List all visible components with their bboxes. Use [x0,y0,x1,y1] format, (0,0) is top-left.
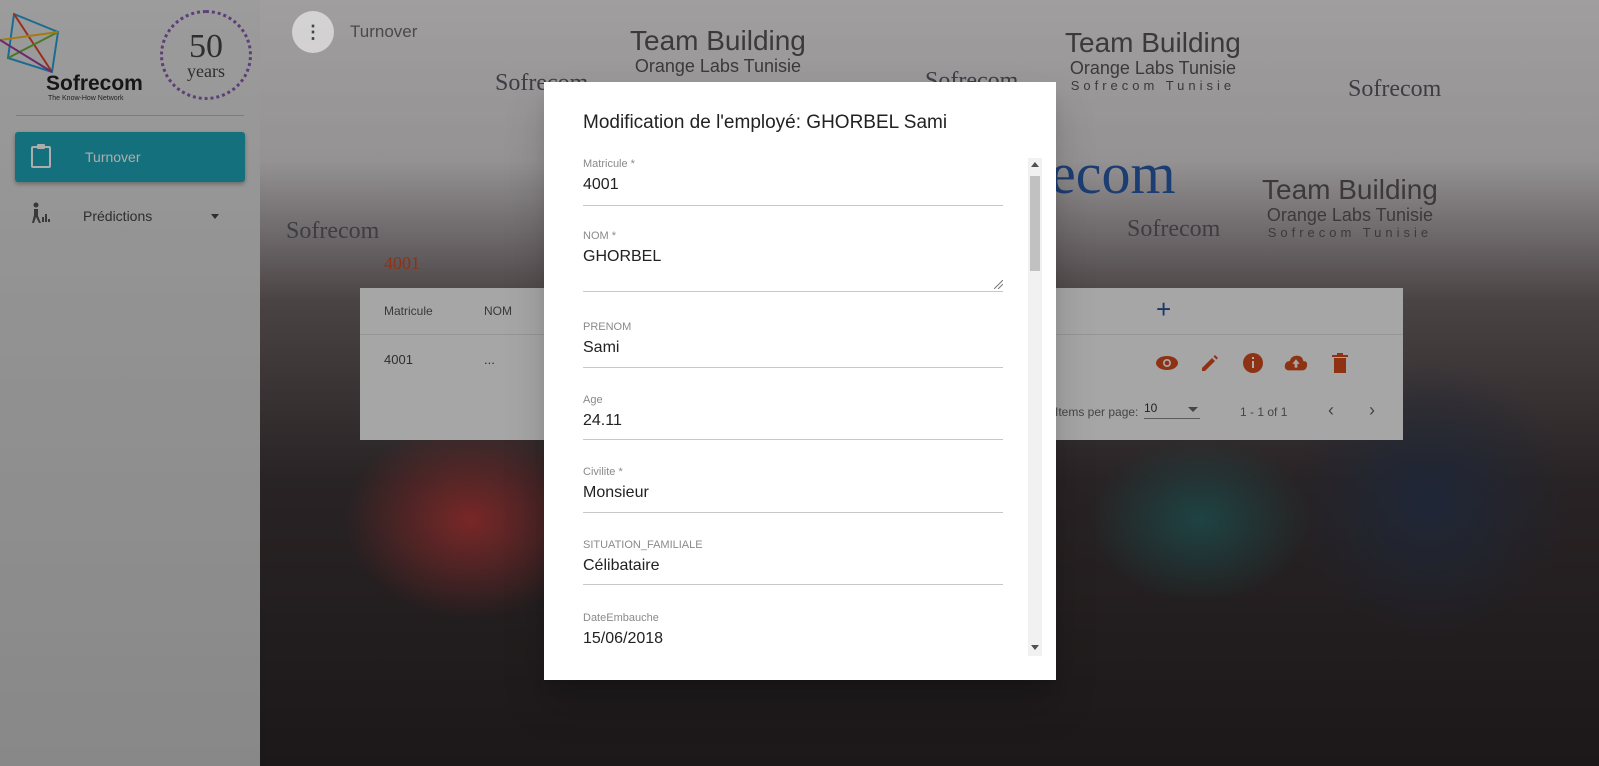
page-title: Turnover [350,22,418,41]
prenom-input[interactable]: Sami [583,339,1003,357]
field-underline [583,205,1003,206]
dialog-scrollbar-thumb[interactable] [1030,176,1040,271]
situation-familiale-field[interactable]: SITUATION_FAMILIALE Célibataire [583,539,1003,589]
dialog-form: Matricule * 4001 NOM * GHORBEL PRENOM Sa… [583,158,1048,658]
age-field[interactable]: Age 24.11 [583,394,1003,444]
civilite-field[interactable]: Civilite * Monsieur [583,466,1003,516]
nom-textarea[interactable]: GHORBEL [583,248,1003,266]
field-underline [583,439,1003,440]
situation-familiale-input[interactable]: Célibataire [583,557,1003,575]
nom-field[interactable]: NOM * GHORBEL [583,230,1003,296]
civilite-input[interactable]: Monsieur [583,484,1003,502]
date-embauche-input[interactable]: 15/06/2018 [583,630,1003,648]
field-label: Matricule * [583,158,635,170]
scroll-up-arrow-icon[interactable] [1031,162,1039,167]
prenom-field[interactable]: PRENOM Sami [583,321,1003,371]
field-underline [583,512,1003,513]
matricule-field[interactable]: Matricule * 4001 [583,158,1003,208]
field-underline [583,291,1003,292]
field-underline [583,584,1003,585]
more-vert-icon: ⋮ [304,21,322,42]
field-label: SITUATION_FAMILIALE [583,539,703,551]
field-label: DateEmbauche [583,612,659,624]
sidebar-backdrop [0,0,260,766]
field-label: Age [583,394,603,406]
field-label: PRENOM [583,321,632,333]
resize-handle-icon[interactable] [994,280,1003,289]
field-label: Civilite * [583,466,623,478]
dialog-title: Modification de l'employé: GHORBEL Sami [583,112,948,133]
field-label: NOM * [583,230,616,242]
date-embauche-field[interactable]: DateEmbauche 15/06/2018 [583,612,1003,658]
menu-button[interactable]: ⋮ [292,11,334,53]
matricule-input[interactable]: 4001 [583,176,1003,194]
edit-employee-dialog: Modification de l'employé: GHORBEL Sami … [544,82,1056,680]
age-input[interactable]: 24.11 [583,412,1003,430]
scroll-down-arrow-icon[interactable] [1031,645,1039,650]
field-underline [583,367,1003,368]
